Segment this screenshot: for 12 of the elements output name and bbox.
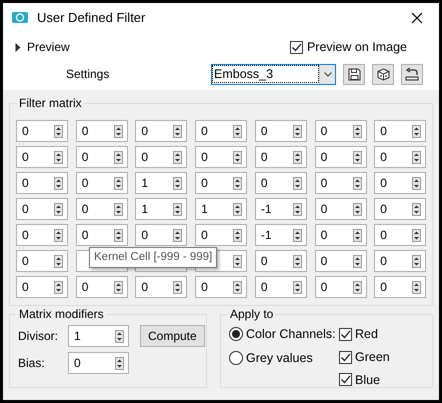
- checkbox-label: Preview on Image: [306, 38, 407, 56]
- radio-label: Grey values: [246, 350, 313, 367]
- settings-label: Settings: [66, 66, 110, 83]
- radio-label: Color Channels:: [246, 326, 336, 343]
- checkbox-label: Red: [355, 326, 378, 343]
- tooltip: Kernel Cell [-999 - 999]: [89, 247, 218, 268]
- group-title: Apply to: [228, 306, 276, 322]
- checkbox-label: Blue: [355, 372, 380, 388]
- checkbox-label: Green: [355, 348, 390, 366]
- divisor-label: Divisor:: [18, 328, 58, 345]
- bias-label: Bias:: [18, 355, 46, 372]
- window-title: User Defined Filter: [37, 9, 146, 28]
